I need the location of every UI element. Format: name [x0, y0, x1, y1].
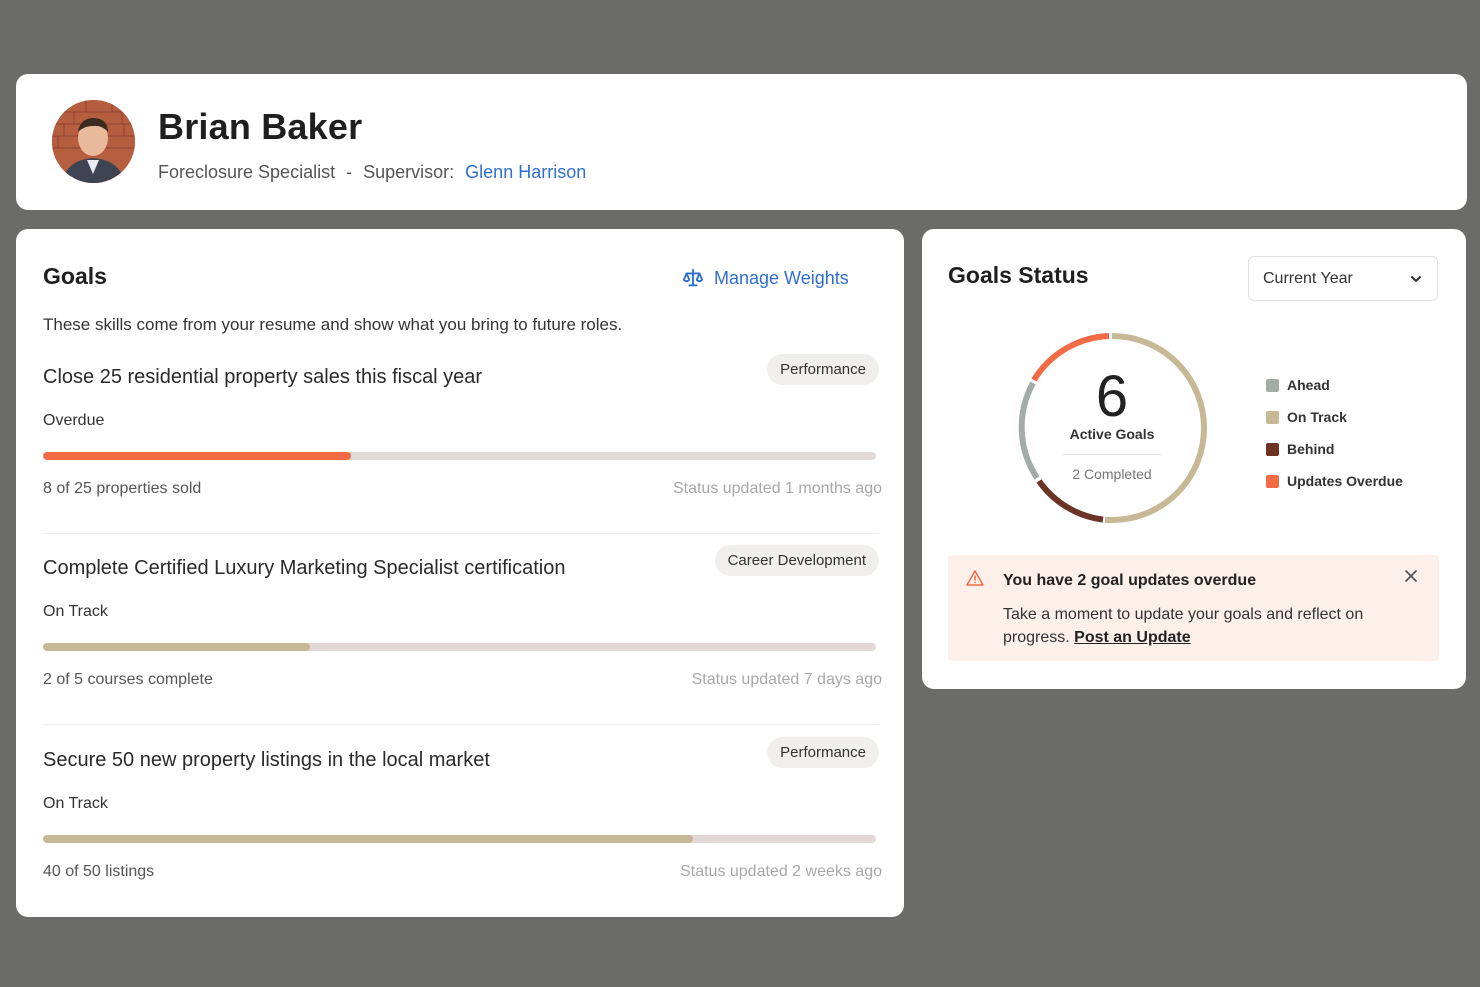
post-update-link[interactable]: Post an Update — [1074, 629, 1190, 646]
goals-description: These skills come from your resume and s… — [43, 315, 623, 334]
warning-icon — [966, 570, 984, 586]
goal-title[interactable]: Secure 50 new property listings in the l… — [43, 749, 490, 772]
overdue-alert: You have 2 goal updates overdue Take a m… — [948, 555, 1439, 661]
manage-weights-label: Manage Weights — [714, 267, 849, 288]
goal-title[interactable]: Close 25 residential property sales this… — [43, 366, 482, 389]
period-select-value: Current Year — [1263, 269, 1353, 287]
goal-progress-fill — [43, 452, 352, 460]
legend-item-ahead: Ahead — [1266, 369, 1403, 401]
goals-title: Goals — [43, 263, 107, 289]
active-goals-count: 6 — [1095, 364, 1129, 429]
goal-status: Overdue — [43, 412, 105, 429]
employee-name: Brian Baker — [158, 106, 363, 147]
employee-role: Foreclosure Specialist — [158, 162, 336, 182]
donut-legend: Ahead On Track Behind Updates Overdue — [1266, 369, 1403, 497]
goal-progress-text: 2 of 5 courses complete — [43, 671, 213, 688]
goals-card: Goals Manage Weights These skills come f… — [16, 229, 904, 917]
goal-tag: Performance — [767, 737, 879, 768]
legend-swatch — [1266, 474, 1279, 488]
goal-progress-text: 8 of 25 properties sold — [43, 480, 202, 497]
divider — [43, 533, 879, 534]
goal-status: On Track — [43, 795, 108, 812]
active-goals-label: Active Goals — [1069, 426, 1155, 442]
goal-progress-text: 40 of 50 listings — [43, 863, 155, 880]
profile-header: Brian Baker Foreclosure Specialist - Sup… — [16, 74, 1467, 210]
goal-tag: Performance — [767, 354, 879, 385]
legend-swatch — [1266, 410, 1279, 424]
donut-center: 6 Active Goals 2 Completed — [1017, 333, 1207, 523]
legend-label: Updates Overdue — [1287, 473, 1403, 489]
supervisor-label: Supervisor: — [363, 162, 455, 182]
legend-label: Behind — [1287, 441, 1335, 457]
supervisor-link[interactable]: Glenn Harrison — [465, 162, 586, 182]
close-icon[interactable] — [1403, 568, 1419, 584]
divider — [43, 724, 879, 725]
avatar[interactable] — [52, 100, 135, 183]
goal-progress-fill — [43, 643, 310, 651]
alert-title: You have 2 goal updates overdue — [1003, 572, 1257, 589]
legend-swatch — [1266, 442, 1279, 456]
goal-progress-bar — [43, 452, 876, 460]
goal-title[interactable]: Complete Certified Luxury Marketing Spec… — [43, 557, 565, 580]
goal-updated-text: Status updated 7 days ago — [691, 671, 882, 688]
meta-separator: - — [346, 162, 353, 182]
chevron-down-icon — [1411, 275, 1421, 282]
goals-status-title: Goals Status — [948, 262, 1089, 288]
employee-meta: Foreclosure Specialist - Supervisor: Gle… — [158, 162, 586, 183]
manage-weights-button[interactable]: Manage Weights — [682, 267, 849, 289]
goal-progress-bar — [43, 643, 876, 651]
legend-item-on-track: On Track — [1266, 401, 1403, 433]
goal-progress-fill — [43, 835, 693, 843]
donut-divider — [1063, 454, 1161, 455]
goal-updated-text: Status updated 2 weeks ago — [680, 863, 882, 880]
legend-swatch — [1266, 378, 1279, 392]
period-select[interactable]: Current Year — [1248, 256, 1438, 301]
legend-label: Ahead — [1287, 377, 1330, 393]
alert-body: Take a moment to update your goals and r… — [1003, 603, 1403, 649]
goals-status-card: Goals Status Current Year 6 Active Goals… — [922, 229, 1466, 689]
legend-item-updates-overdue: Updates Overdue — [1266, 465, 1403, 497]
legend-label: On Track — [1287, 409, 1347, 425]
completed-goals-label: 2 Completed — [1072, 466, 1152, 482]
goal-progress-bar — [43, 835, 876, 843]
goal-tag: Career Development — [714, 545, 879, 576]
goal-status: On Track — [43, 603, 108, 620]
legend-item-behind: Behind — [1266, 433, 1403, 465]
goal-updated-text: Status updated 1 months ago — [672, 480, 882, 497]
scale-icon — [682, 268, 704, 287]
